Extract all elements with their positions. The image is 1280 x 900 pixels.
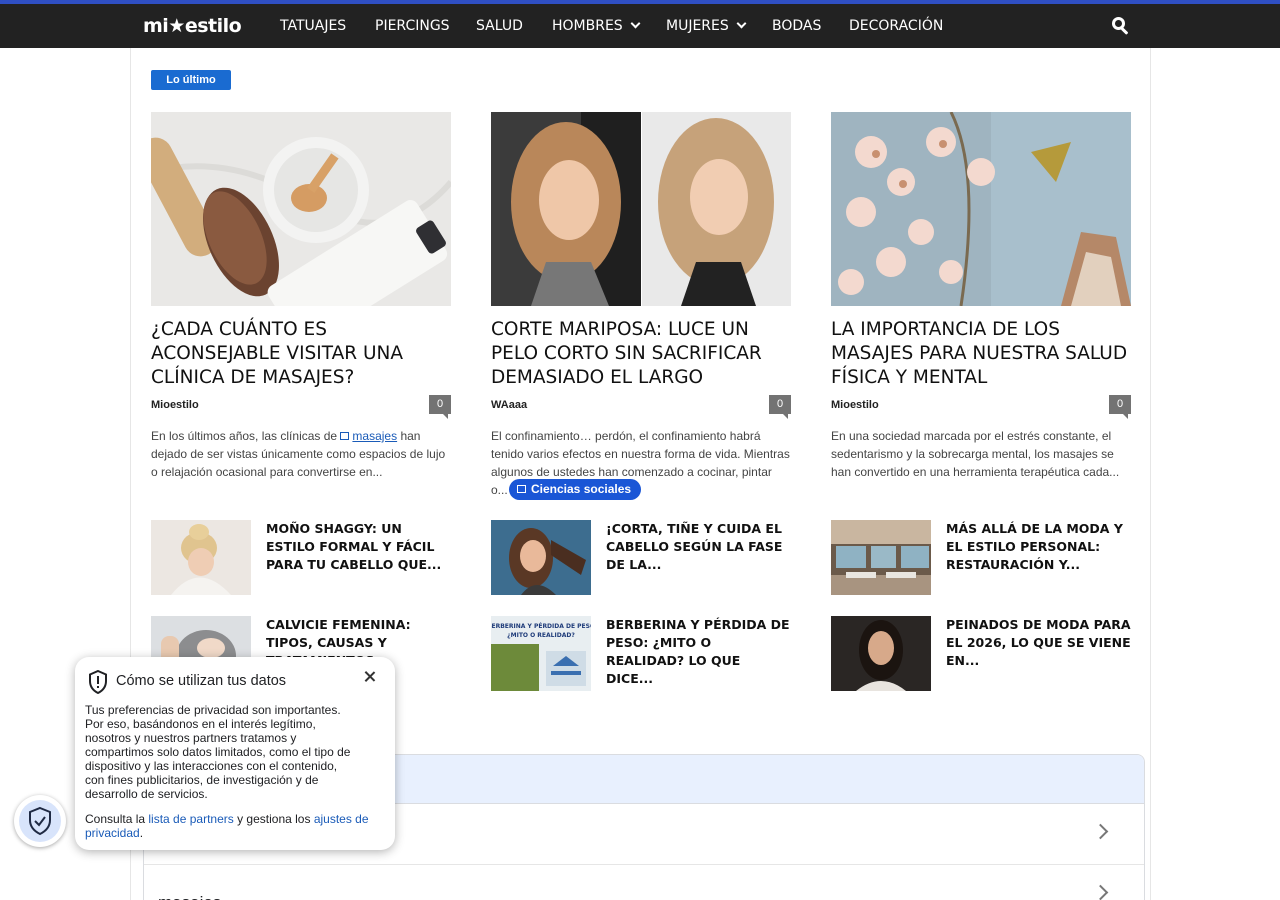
- featured-image-butterfly-haircut[interactable]: [491, 112, 791, 306]
- featured-title[interactable]: CORTE MARIPOSA: LUCE UN PELO CORTO SIN S…: [491, 318, 791, 390]
- featured-title[interactable]: ¿CADA CUÁNTO ES ACONSEJABLE VISITAR UNA …: [151, 318, 451, 390]
- nav-label: MUJERES: [666, 18, 729, 34]
- search-icon[interactable]: [1112, 17, 1130, 35]
- related-search-label: masajes: [158, 893, 221, 900]
- nav-label: TATUAJES: [280, 18, 347, 34]
- featured-title[interactable]: LA IMPORTANCIA DE LOS MASAJES PARA NUEST…: [831, 318, 1131, 390]
- mini-thumb-hairstyles-2026[interactable]: [831, 616, 931, 691]
- chevron-right-icon: [1092, 884, 1109, 900]
- chevron-down-icon: [736, 18, 747, 29]
- featured-author[interactable]: Mioestilo: [831, 399, 879, 411]
- mini-thumb-restaurant[interactable]: [831, 520, 931, 595]
- thumb-caption: BERBERINA Y PÉRDIDA DE PESO: [491, 622, 591, 630]
- privacy-popup-body: Tus preferencias de privacidad son impor…: [85, 703, 351, 801]
- featured-image-flowers[interactable]: [831, 112, 1131, 306]
- featured-author[interactable]: WAaaa: [491, 399, 527, 411]
- mini-post-title[interactable]: PEINADOS DE MODA PARA EL 2026, LO QUE SE…: [946, 616, 1131, 670]
- nav-label: PIERCINGS: [375, 18, 450, 34]
- nav-label: BODAS: [772, 18, 822, 34]
- mini-post-title[interactable]: MOÑO SHAGGY: UN ESTILO FORMAL Y FÁCIL PA…: [266, 520, 451, 574]
- footer-text: y gestiona los: [233, 812, 314, 826]
- comment-count-badge[interactable]: 0: [1109, 395, 1131, 419]
- mini-post-title[interactable]: MÁS ALLÁ DE LA MODA Y EL ESTILO PERSONAL…: [946, 520, 1131, 574]
- topic-icon: [517, 485, 526, 493]
- mini-post-title[interactable]: BERBERINA Y PÉRDIDA DE PESO: ¿MITO O REA…: [606, 616, 791, 688]
- keyword-link-icon: [340, 432, 350, 440]
- featured-excerpt: En una sociedad marcada por el estrés co…: [831, 429, 1120, 479]
- nav-item-tatuajes[interactable]: TATUAJES: [280, 18, 346, 34]
- partners-list-link[interactable]: lista de partners: [148, 812, 233, 826]
- mini-post-title[interactable]: ¡CORTA, TIÑE Y CUIDA EL CABELLO SEGÚN LA…: [606, 520, 791, 574]
- mini-thumb-berberina[interactable]: BERBERINA Y PÉRDIDA DE PESO ¿MITO O REALI…: [491, 616, 591, 691]
- comment-count-badge[interactable]: 0: [429, 395, 451, 419]
- main-navbar: mi★estilo TATUAJES PIERCINGS SALUD HOMBR…: [0, 4, 1280, 48]
- shield-alert-icon: [89, 670, 107, 694]
- site-logo[interactable]: mi★estilo: [143, 15, 242, 37]
- chevron-down-icon: [630, 18, 641, 29]
- nav-item-bodas[interactable]: BODAS: [772, 18, 821, 34]
- nav-label: DECORACIÓN: [849, 18, 944, 34]
- privacy-popup-title: Cómo se utilizan tus datos: [116, 673, 287, 689]
- related-search-row[interactable]: masajes: [144, 865, 1144, 900]
- nav-item-salud[interactable]: SALUD: [476, 18, 523, 34]
- keyword-link[interactable]: masajes: [352, 429, 397, 443]
- pill-label: Ciencias sociales: [531, 482, 632, 496]
- footer-text: Consulta la: [85, 812, 149, 826]
- nav-label: SALUD: [476, 18, 523, 34]
- privacy-popup-footer: Consulta la lista de partners y gestiona…: [85, 812, 375, 840]
- nav-item-piercings[interactable]: PIERCINGS: [375, 18, 450, 34]
- nav-item-hombres[interactable]: HOMBRES: [552, 18, 641, 34]
- mini-thumb-shaggy-bun[interactable]: [151, 520, 251, 595]
- chevron-right-icon: [1092, 823, 1109, 840]
- comment-count-badge[interactable]: 0: [769, 395, 791, 419]
- nav-label: HOMBRES: [552, 18, 623, 34]
- featured-excerpt: En los últimos años, las clínicas de mas…: [151, 427, 451, 481]
- featured-image-massage-products[interactable]: [151, 112, 451, 306]
- nav-item-mujeres[interactable]: MUJERES: [666, 18, 747, 34]
- mini-thumb-hair-care[interactable]: [491, 520, 591, 595]
- section-tag-lo-ultimo[interactable]: Lo último: [151, 70, 231, 90]
- privacy-settings-button[interactable]: [14, 795, 66, 847]
- shield-check-icon: [29, 806, 51, 836]
- thumb-caption: ¿MITO O REALIDAD?: [507, 632, 575, 639]
- footer-text: .: [139, 826, 144, 840]
- nav-item-decoracion[interactable]: DECORACIÓN: [849, 18, 943, 34]
- featured-author[interactable]: Mioestilo: [151, 399, 199, 411]
- excerpt-text: En los últimos años, las clínicas de: [151, 429, 341, 443]
- topic-pill-ciencias-sociales[interactable]: Ciencias sociales: [509, 479, 642, 500]
- privacy-popup: Cómo se utilizan tus datos Tus preferenc…: [75, 657, 395, 850]
- close-icon[interactable]: [362, 669, 378, 685]
